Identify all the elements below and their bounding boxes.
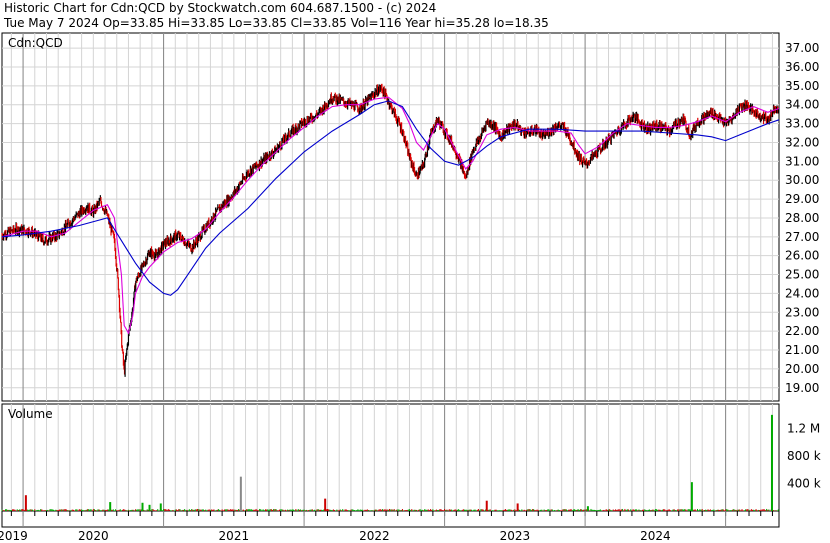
price-panel bbox=[1, 32, 780, 402]
year-label: 2022 bbox=[359, 529, 390, 543]
price-tick-label: 23.00 bbox=[785, 305, 819, 319]
price-tick-label: 26.00 bbox=[785, 249, 819, 263]
price-tick-label: 35.00 bbox=[785, 79, 819, 93]
price-tick-label: 24.00 bbox=[785, 286, 819, 300]
volume-tick-label: 1.2 M bbox=[787, 422, 820, 436]
price-tick-label: 36.00 bbox=[785, 60, 819, 74]
symbol-label: Cdn:QCD bbox=[8, 36, 63, 50]
price-tick-label: 37.00 bbox=[785, 41, 819, 55]
price-tick-label: 33.00 bbox=[785, 117, 819, 131]
price-tick-label: 25.00 bbox=[785, 268, 819, 282]
year-label: 2021 bbox=[219, 529, 250, 543]
price-tick-label: 27.00 bbox=[785, 230, 819, 244]
price-tick-label: 28.00 bbox=[785, 211, 819, 225]
price-tick-label: 20.00 bbox=[785, 362, 819, 376]
year-label: 2019 bbox=[0, 529, 28, 543]
price-tick-label: 30.00 bbox=[785, 173, 819, 187]
year-label: 2020 bbox=[78, 529, 109, 543]
price-tick-label: 32.00 bbox=[785, 135, 819, 149]
volume-panel bbox=[1, 403, 780, 512]
price-tick-label: 22.00 bbox=[785, 324, 819, 338]
price-tick-label: 19.00 bbox=[785, 381, 819, 395]
chart-svg: 37.00 36.00 35.00 34.00 33.00 32.00 31.00 30.00… bbox=[0, 32, 821, 543]
volume-label: Volume bbox=[8, 407, 53, 421]
volume-tick-label: 800 k bbox=[787, 449, 821, 463]
price-tick-label: 34.00 bbox=[785, 98, 819, 112]
year-label: 2023 bbox=[500, 529, 531, 543]
price-tick-label: 21.00 bbox=[785, 343, 819, 357]
year-label: 2024 bbox=[640, 529, 671, 543]
price-tick-label: 31.00 bbox=[785, 154, 819, 168]
price-tick-label: 29.00 bbox=[785, 192, 819, 206]
x-axis-strip bbox=[1, 510, 780, 528]
volume-tick-label: 400 k bbox=[787, 477, 821, 491]
stock-chart: Historic Chart for Cdn:QCD by Stockwatch… bbox=[0, 0, 830, 543]
